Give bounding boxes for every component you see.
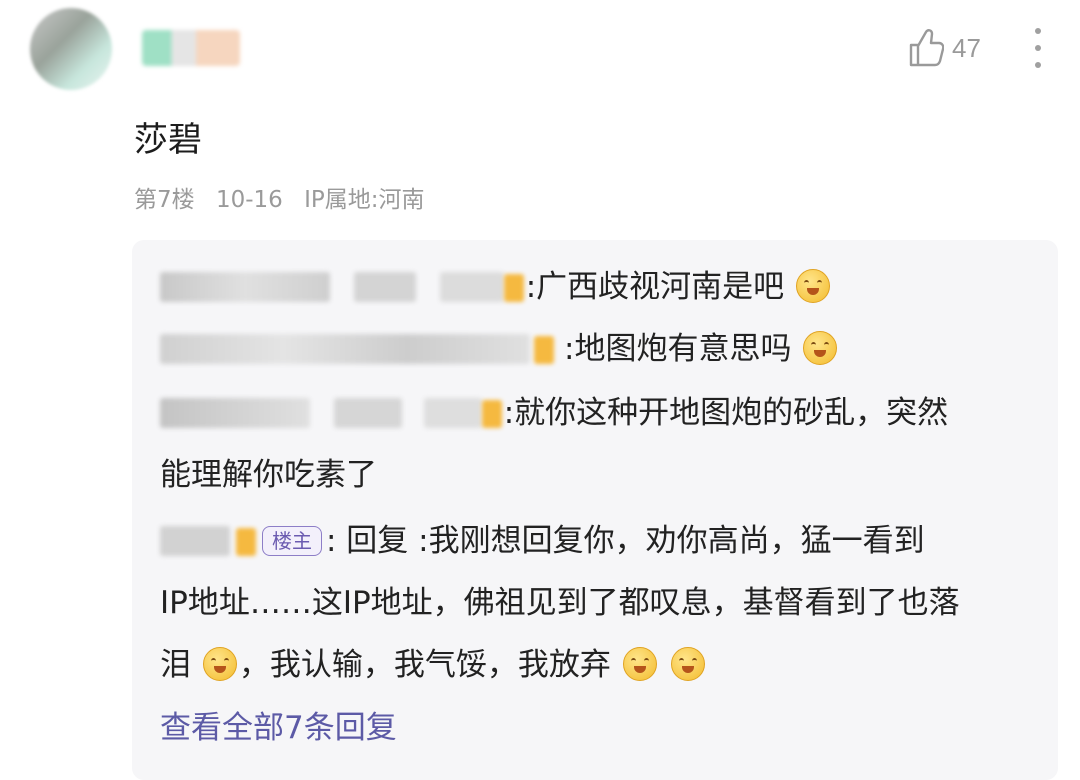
emoji-icon <box>622 647 657 681</box>
avatar[interactable] <box>30 8 112 90</box>
replies-panel: :广西歧视河南是吧 :地图炮有意思吗 :就你这种开地图炮的砂乱，突然 能理解你吃… <box>132 240 1058 780</box>
floor-number: 第7楼 <box>134 187 195 213</box>
ip-location: IP属地:河南 <box>304 187 425 213</box>
thumbs-up-icon <box>908 28 944 68</box>
view-all-replies-link[interactable]: 查看全部7条回复 <box>160 702 397 747</box>
op-badge: 楼主 <box>262 526 322 556</box>
comment-meta: 第7楼 10-16 IP属地:河南 <box>134 180 439 214</box>
comment-text: 莎碧 <box>134 120 202 160</box>
emoji-icon <box>803 331 838 365</box>
reply-username-blurred[interactable] <box>160 334 530 364</box>
emoji-icon <box>670 647 705 681</box>
comment-date: 10-16 <box>215 187 283 213</box>
reply-username-blurred[interactable] <box>160 272 330 302</box>
reply-item[interactable]: :广西歧视河南是吧 <box>160 256 1040 318</box>
reply-item[interactable]: :地图炮有意思吗 <box>160 318 1040 380</box>
emoji-icon <box>796 269 831 303</box>
reply-username-blurred[interactable] <box>160 398 310 428</box>
reply-username-blurred[interactable] <box>160 526 230 556</box>
more-vertical-icon <box>1035 28 1041 34</box>
reply-item[interactable]: :就你这种开地图炮的砂乱，突然 能理解你吃素了 <box>160 382 1040 506</box>
more-options-button[interactable] <box>1028 28 1048 68</box>
username-blurred[interactable] <box>142 30 240 66</box>
like-count: 47 <box>952 32 981 63</box>
like-button[interactable]: 47 <box>908 28 981 68</box>
emoji-icon <box>202 647 237 681</box>
reply-item[interactable]: 楼主: 回复 :我刚想回复你，劝你高尚，猛一看到 IP地址……这IP地址，佛祖见… <box>160 510 1040 696</box>
